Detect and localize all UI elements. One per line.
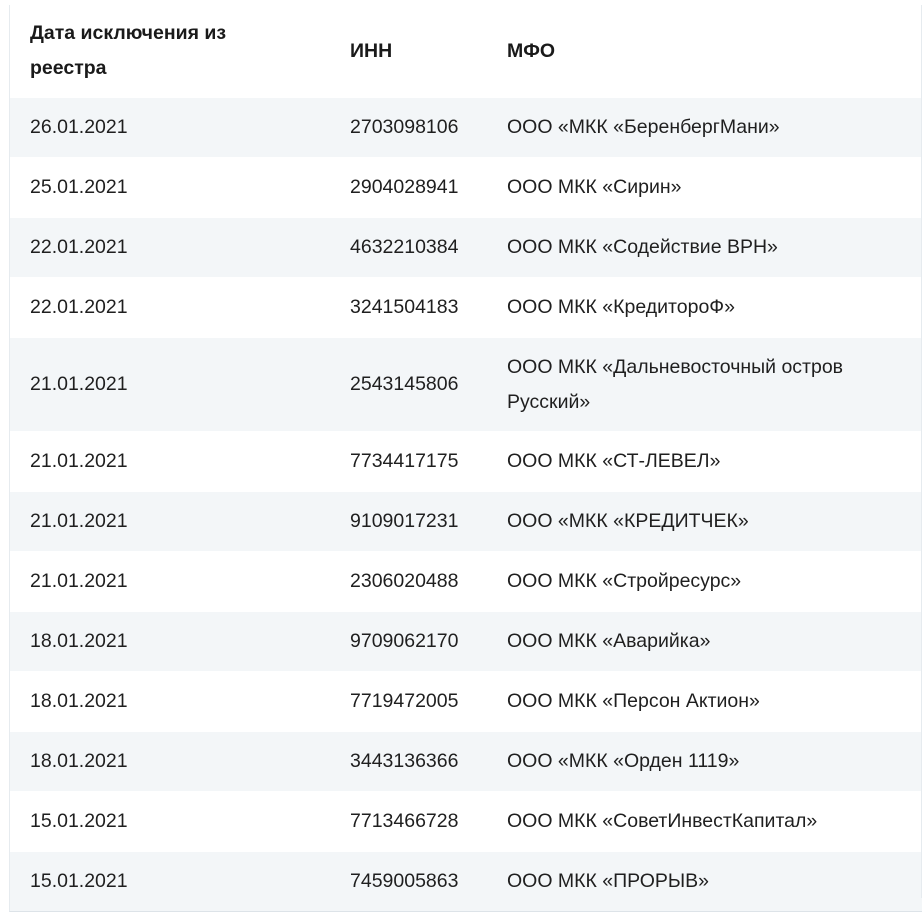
cell-mfo: ООО МКК «СоветИнвестКапитал»	[487, 791, 922, 852]
table-row: 21.01.2021 7734417175 ООО МКК «СТ-ЛЕВЕЛ»	[10, 431, 922, 492]
cell-date: 22.01.2021	[10, 217, 330, 278]
cell-inn: 7459005863	[330, 851, 487, 911]
cell-date: 18.01.2021	[10, 611, 330, 672]
cell-inn: 3443136366	[330, 731, 487, 792]
table-row: 26.01.2021 2703098106 ООО «МКК «БеренбергМ…	[10, 97, 922, 158]
table-body: 26.01.2021 2703098106 ООО «МКК «БеренбергМ…	[10, 97, 922, 911]
table-row: 22.01.2021 4632210384 ООО МКК «Содействие …	[10, 217, 922, 278]
cell-date: 15.01.2021	[10, 791, 330, 852]
header-row: Дата исключения из реестра ИНН МФО	[10, 5, 922, 98]
table-row: 15.01.2021 7459005863 ООО МКК «ПРОРЫВ»	[10, 851, 922, 911]
cell-mfo: ООО МКК «Аварийка»	[487, 611, 922, 672]
cell-inn: 7713466728	[330, 791, 487, 852]
cell-inn: 2543145806	[330, 337, 487, 432]
table-row: 18.01.2021 7719472005 ООО МКК «Персон Акти…	[10, 671, 922, 732]
cell-inn: 9709062170	[330, 611, 487, 672]
cell-date: 21.01.2021	[10, 551, 330, 612]
cell-mfo: ООО «МКК «Орден 1119»	[487, 731, 922, 792]
cell-mfo: ООО МКК «Стройресурс»	[487, 551, 922, 612]
cell-mfo: ООО МКК «Дальневосточный остров Русский»	[487, 337, 922, 432]
cell-mfo: ООО «МКК «КРЕДИТЧЕК»	[487, 491, 922, 552]
cell-inn: 2703098106	[330, 97, 487, 158]
mfo-exclusion-table: Дата исключения из реестра ИНН МФО 26.01…	[10, 5, 922, 911]
cell-date: 18.01.2021	[10, 671, 330, 732]
cell-date: 25.01.2021	[10, 157, 330, 218]
cell-date: 21.01.2021	[10, 337, 330, 432]
cell-mfo: ООО МКК «Сирин»	[487, 157, 922, 218]
table-row: 18.01.2021 9709062170 ООО МКК «Аварийка»	[10, 611, 922, 672]
cell-inn: 7734417175	[330, 431, 487, 492]
table-row: 18.01.2021 3443136366 ООО «МКК «Орден 1119…	[10, 731, 922, 792]
table-row: 21.01.2021 2543145806 ООО МКК «Дальневосто…	[10, 337, 922, 432]
header-inn: ИНН	[330, 5, 487, 98]
cell-date: 18.01.2021	[10, 731, 330, 792]
cell-inn: 4632210384	[330, 217, 487, 278]
table-row: 21.01.2021 2306020488 ООО МКК «Стройресурс…	[10, 551, 922, 612]
cell-date: 21.01.2021	[10, 491, 330, 552]
table-row: 22.01.2021 3241504183 ООО МКК «КредитороФ»	[10, 277, 922, 338]
cell-inn: 2306020488	[330, 551, 487, 612]
mfo-exclusion-table-container: Дата исключения из реестра ИНН МФО 26.01…	[9, 5, 922, 912]
cell-inn: 9109017231	[330, 491, 487, 552]
cell-date: 15.01.2021	[10, 851, 330, 911]
cell-mfo: ООО МКК «Персон Актион»	[487, 671, 922, 732]
cell-mfo: ООО «МКК «БеренбергМани»	[487, 97, 922, 158]
cell-inn: 7719472005	[330, 671, 487, 732]
cell-mfo: ООО МКК «Содействие ВРН»	[487, 217, 922, 278]
table-row: 21.01.2021 9109017231 ООО «МКК «КРЕДИТЧЕК»	[10, 491, 922, 552]
table-header: Дата исключения из реестра ИНН МФО	[10, 5, 922, 98]
cell-date: 26.01.2021	[10, 97, 330, 158]
table-row: 15.01.2021 7713466728 ООО МКК «СоветИнвест…	[10, 791, 922, 852]
cell-mfo: ООО МКК «ПРОРЫВ»	[487, 851, 922, 911]
cell-mfo: ООО МКК «КредитороФ»	[487, 277, 922, 338]
cell-inn: 3241504183	[330, 277, 487, 338]
cell-date: 22.01.2021	[10, 277, 330, 338]
header-date: Дата исключения из реестра	[10, 5, 330, 98]
cell-date: 21.01.2021	[10, 431, 330, 492]
cell-mfo: ООО МКК «СТ-ЛЕВЕЛ»	[487, 431, 922, 492]
header-mfo: МФО	[487, 5, 922, 98]
table-row: 25.01.2021 2904028941 ООО МКК «Сирин»	[10, 157, 922, 218]
cell-inn: 2904028941	[330, 157, 487, 218]
